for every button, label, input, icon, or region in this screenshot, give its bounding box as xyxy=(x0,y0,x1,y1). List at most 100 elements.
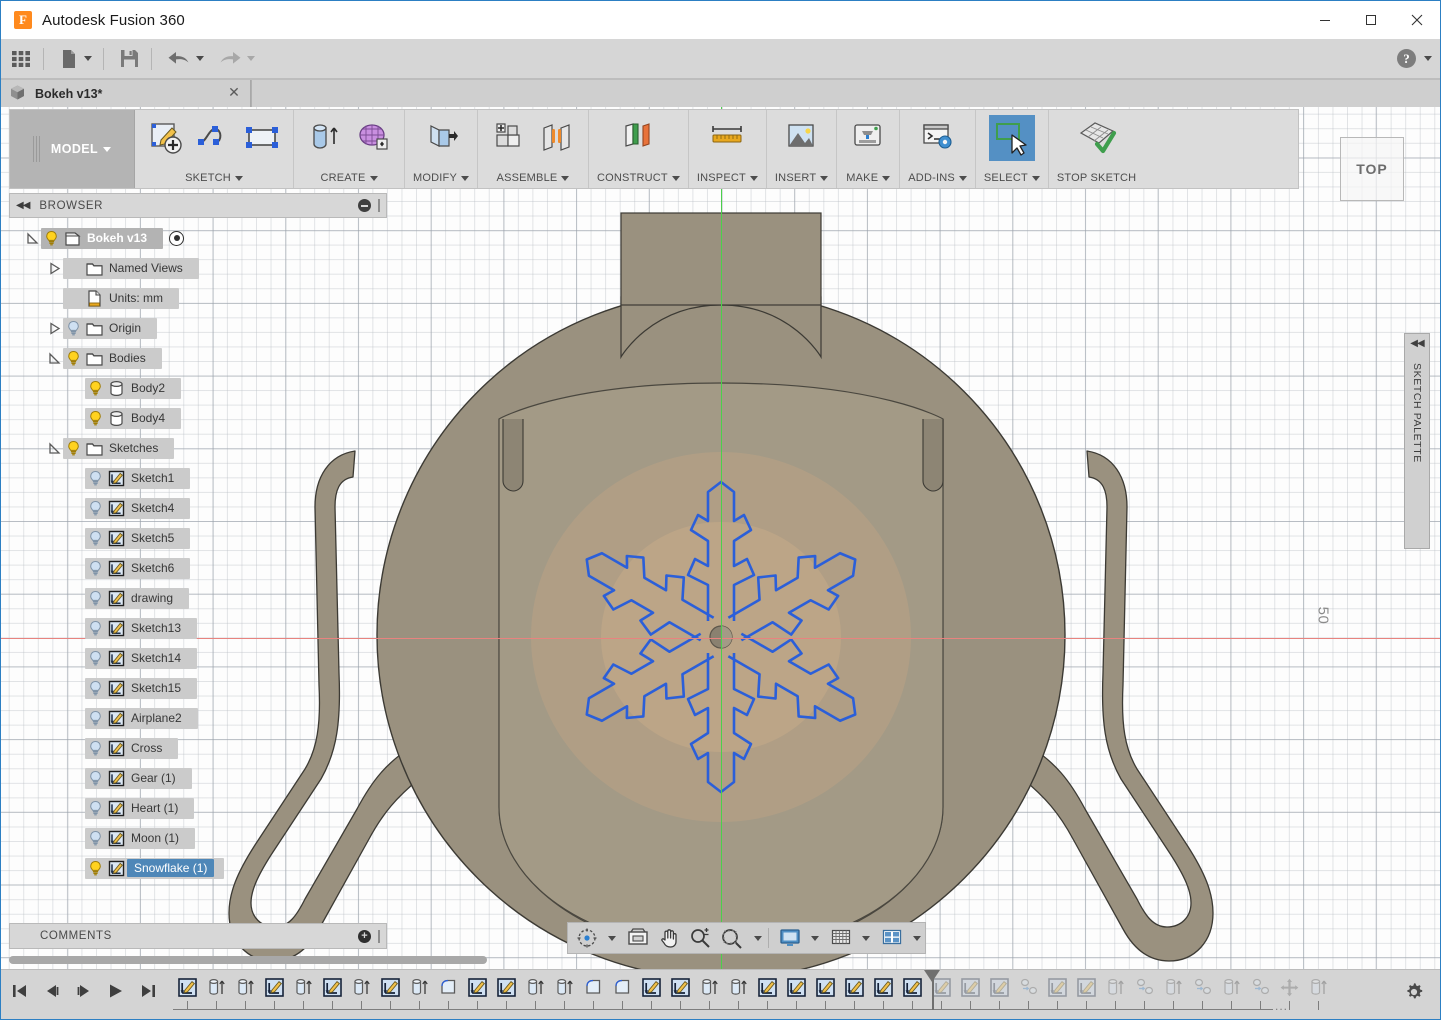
timeline-feature[interactable] xyxy=(695,972,724,1002)
gear-icon[interactable] xyxy=(1402,980,1426,1004)
tree-row[interactable]: Sketch5 xyxy=(9,523,387,553)
chevron-down-icon[interactable] xyxy=(754,935,762,941)
browser-item-sketch13[interactable]: Sketch13 xyxy=(85,617,198,639)
tree-row[interactable]: Gear (1) xyxy=(9,763,387,793)
browser-item-gear-1[interactable]: Gear (1) xyxy=(85,767,192,789)
timeline-feature[interactable] xyxy=(1246,972,1275,1002)
panel-resize-grip[interactable] xyxy=(378,929,380,943)
light-bulb-icon[interactable] xyxy=(85,798,106,819)
collapse-arrow-icon[interactable] xyxy=(45,261,63,275)
light-bulb-icon[interactable] xyxy=(85,408,106,429)
light-bulb-icon[interactable] xyxy=(41,228,62,249)
tree-row[interactable]: Sketch1 xyxy=(9,463,387,493)
timeline-feature[interactable] xyxy=(521,972,550,1002)
browser-item-heart-1[interactable]: Heart (1) xyxy=(85,797,195,819)
browser-item-drawing[interactable]: drawing xyxy=(85,587,190,609)
browser-item-bodies[interactable]: Bodies xyxy=(63,347,162,369)
3d-print-button[interactable] xyxy=(845,115,891,161)
ribbon-group-label[interactable]: MAKE xyxy=(846,172,891,184)
browser-item-sketch14[interactable]: Sketch14 xyxy=(85,647,198,669)
light-bulb-icon[interactable] xyxy=(85,678,106,699)
browser-item-bokeh-v13[interactable]: Bokeh v13 xyxy=(41,227,164,249)
stop-sketch-button[interactable] xyxy=(1074,115,1120,161)
help-menu[interactable]: ? xyxy=(1397,49,1432,68)
tree-row[interactable]: Bodies xyxy=(9,343,387,373)
timeline-feature[interactable] xyxy=(173,972,202,1002)
timeline-feature[interactable] xyxy=(1217,972,1246,1002)
tree-row[interactable]: Bokeh v13 xyxy=(9,223,387,253)
timeline-feature[interactable] xyxy=(376,972,405,1002)
light-bulb-icon[interactable] xyxy=(85,558,106,579)
grid-snaps-button[interactable] xyxy=(826,925,856,951)
browser-item-airplane2[interactable]: Airplane2 xyxy=(85,707,198,729)
orbit-button[interactable] xyxy=(572,925,602,951)
ribbon-group-label[interactable]: SELECT xyxy=(984,172,1040,184)
tree-row[interactable]: Sketch15 xyxy=(9,673,387,703)
browser-item-body4[interactable]: Body4 xyxy=(85,407,182,429)
close-icon[interactable] xyxy=(1394,1,1440,39)
close-icon[interactable]: ✕ xyxy=(226,85,242,101)
select-tool-button[interactable] xyxy=(988,115,1035,161)
timeline-feature[interactable] xyxy=(1072,972,1101,1002)
browser-item-sketch15[interactable]: Sketch15 xyxy=(85,677,198,699)
viewports-button[interactable] xyxy=(877,925,907,951)
timeline-marker[interactable] xyxy=(926,970,938,1010)
light-bulb-icon[interactable] xyxy=(85,528,106,549)
show-data-panel[interactable] xyxy=(5,42,37,76)
save-button[interactable] xyxy=(114,42,145,76)
timeline-feature[interactable] xyxy=(985,972,1014,1002)
timeline-feature[interactable] xyxy=(811,972,840,1002)
timeline-feature[interactable] xyxy=(1101,972,1130,1002)
tree-row[interactable]: Body4 xyxy=(9,403,387,433)
view-cube[interactable]: TOP xyxy=(1340,137,1404,201)
timeline-feature[interactable] xyxy=(347,972,376,1002)
joint-button[interactable] xyxy=(534,115,580,161)
timeline-feature[interactable] xyxy=(782,972,811,1002)
light-bulb-icon[interactable] xyxy=(63,348,84,369)
timeline-feature[interactable] xyxy=(666,972,695,1002)
ribbon-group-label[interactable]: ADD-INS xyxy=(908,172,967,184)
create-form-button[interactable] xyxy=(350,115,396,161)
ribbon-group-label[interactable]: SKETCH xyxy=(185,172,243,184)
light-bulb-icon[interactable] xyxy=(85,708,106,729)
timeline-feature[interactable] xyxy=(1275,972,1304,1002)
pan-button[interactable] xyxy=(654,925,684,951)
timeline-feature[interactable] xyxy=(260,972,289,1002)
workspace-selector[interactable]: MODEL xyxy=(10,110,135,188)
timeline-feature[interactable] xyxy=(898,972,927,1002)
chevron-down-icon[interactable] xyxy=(913,935,921,941)
timeline-feature[interactable] xyxy=(231,972,260,1002)
offset-plane-button[interactable] xyxy=(615,115,661,161)
light-bulb-icon[interactable] xyxy=(85,828,106,849)
light-bulb-icon[interactable] xyxy=(85,738,106,759)
expand-arrow-icon[interactable] xyxy=(45,441,63,455)
timeline-track[interactable]: ... xyxy=(173,970,1440,1016)
maximize-icon[interactable] xyxy=(1348,1,1394,39)
ribbon-group-label[interactable]: CREATE xyxy=(320,172,378,184)
light-bulb-icon[interactable] xyxy=(85,498,106,519)
minimize-icon[interactable] xyxy=(1302,1,1348,39)
timeline-feature[interactable] xyxy=(869,972,898,1002)
rectangle-button[interactable] xyxy=(239,115,285,161)
timeline-feature[interactable] xyxy=(405,972,434,1002)
panel-resize-grip[interactable] xyxy=(378,199,380,212)
redo-button[interactable] xyxy=(213,42,260,76)
insert-canvas-button[interactable] xyxy=(779,115,825,161)
tree-row[interactable]: Sketches xyxy=(9,433,387,463)
fit-button[interactable] xyxy=(716,925,748,951)
browser-item-origin[interactable]: Origin xyxy=(63,317,158,339)
tree-row[interactable]: Named Views xyxy=(9,253,387,283)
press-pull-button[interactable] xyxy=(418,115,464,161)
light-bulb-icon[interactable] xyxy=(85,618,106,639)
timeline-begin-button[interactable] xyxy=(9,978,31,1004)
tree-row[interactable]: Sketch4 xyxy=(9,493,387,523)
collapse-right-icon[interactable]: ◀◀ xyxy=(1410,338,1424,349)
panel-options-icon[interactable] xyxy=(358,199,371,212)
light-bulb-icon[interactable] xyxy=(85,648,106,669)
extrude-button[interactable] xyxy=(302,115,348,161)
timeline-feature[interactable] xyxy=(1304,972,1333,1002)
timeline-feature[interactable] xyxy=(753,972,782,1002)
browser-item-body2[interactable]: Body2 xyxy=(85,377,182,399)
horizontal-scrollbar[interactable] xyxy=(9,956,487,964)
tree-row[interactable]: Sketch6 xyxy=(9,553,387,583)
